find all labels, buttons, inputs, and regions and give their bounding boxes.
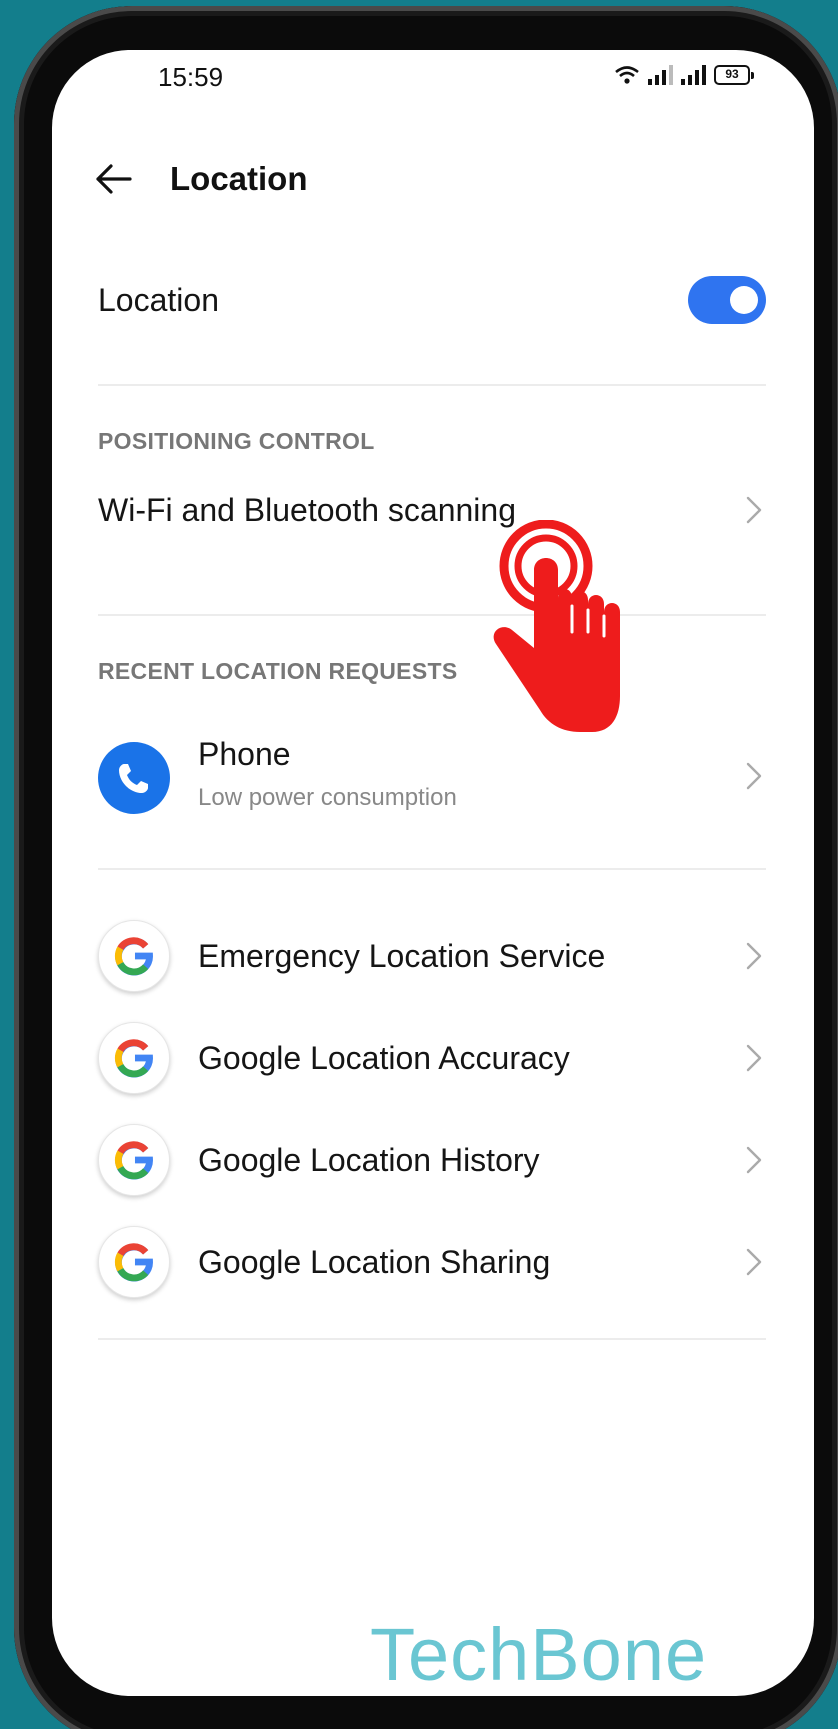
- status-time: 15:59: [158, 62, 224, 92]
- battery-icon: 93: [714, 65, 754, 85]
- status-icons: 93: [614, 64, 754, 86]
- divider: [98, 614, 766, 616]
- chevron-right-icon: [742, 938, 766, 974]
- section-header-positioning: POSITIONING CONTROL: [98, 428, 375, 454]
- chevron-right-icon: [742, 758, 766, 794]
- tap-hand-icon: [493, 520, 620, 732]
- recent-request-title: Phone: [198, 736, 291, 772]
- wifi-icon: [615, 66, 639, 84]
- google-icon: [98, 1022, 170, 1094]
- arrow-left-icon: [96, 164, 132, 194]
- location-toggle-switch[interactable]: [688, 276, 766, 324]
- google-icon: [98, 1124, 170, 1196]
- service-label: Google Location Sharing: [198, 1244, 551, 1280]
- phone-screen: 15:59 93 Location Location POSITIONING C…: [52, 50, 814, 1696]
- google-icon: [98, 1226, 170, 1298]
- techbone-watermark: TechBone: [370, 1613, 708, 1696]
- phone-icon: [98, 742, 170, 814]
- google-icon: [98, 920, 170, 992]
- service-label: Google Location Accuracy: [198, 1040, 570, 1076]
- status-bar: 15:59 93: [52, 50, 814, 110]
- location-toggle-label: Location: [98, 282, 219, 318]
- signal-icon: [648, 65, 673, 85]
- chevron-right-icon: [742, 492, 766, 528]
- service-label: Google Location History: [198, 1142, 540, 1178]
- signal-icon: [681, 65, 706, 85]
- wifi-bluetooth-scanning-item[interactable]: Wi-Fi and Bluetooth scanning: [98, 490, 516, 530]
- back-button[interactable]: [92, 158, 134, 200]
- chevron-right-icon: [742, 1244, 766, 1280]
- service-label: Emergency Location Service: [198, 938, 606, 974]
- section-header-recent: RECENT LOCATION REQUESTS: [98, 658, 458, 684]
- divider: [98, 384, 766, 386]
- divider: [98, 868, 766, 870]
- chevron-right-icon: [742, 1142, 766, 1178]
- divider: [98, 1338, 766, 1340]
- recent-request-subtitle: Low power consumption: [198, 784, 457, 811]
- chevron-right-icon: [742, 1040, 766, 1076]
- page-title: Location: [170, 160, 308, 197]
